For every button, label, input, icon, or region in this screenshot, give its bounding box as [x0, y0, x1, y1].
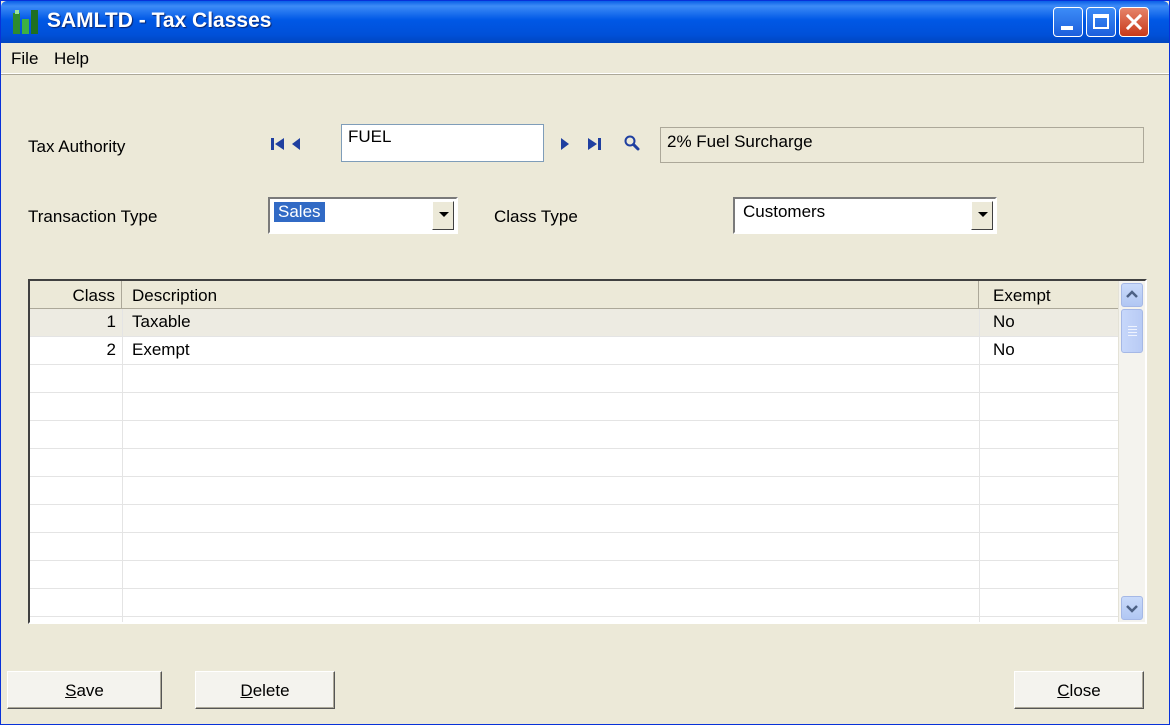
tax-authority-code-input[interactable]: FUEL [341, 124, 544, 162]
menu-file[interactable]: File [11, 49, 38, 69]
exempt-cell[interactable]: No [993, 312, 1015, 332]
grid-header: Class Description Exempt [30, 281, 1119, 309]
chevron-down-icon[interactable] [432, 201, 454, 230]
vertical-scrollbar[interactable] [1118, 281, 1145, 622]
table-row[interactable]: 2 Exempt No [30, 337, 1119, 365]
tax-classes-grid[interactable]: Class Description Exempt 1 Taxable No 2 … [28, 279, 1147, 624]
class-type-label: Class Type [494, 207, 578, 226]
transaction-type-value: Sales [273, 201, 326, 223]
save-button[interactable]: Save [7, 671, 162, 709]
tax-authority-code-value: FUEL [348, 127, 392, 146]
scroll-down-button[interactable] [1121, 596, 1143, 620]
minimize-button[interactable] [1053, 7, 1083, 37]
class-cell[interactable]: 1 [30, 312, 116, 332]
tax-authority-description: 2% Fuel Surcharge [660, 127, 1144, 163]
chevron-up-icon [1126, 290, 1138, 298]
scroll-up-button[interactable] [1121, 283, 1143, 307]
tax-authority-description-text: 2% Fuel Surcharge [667, 132, 813, 151]
description-cell[interactable]: Taxable [132, 312, 191, 332]
table-row[interactable] [30, 449, 1119, 477]
table-row[interactable] [30, 477, 1119, 505]
menu-bar: File Help [1, 43, 1169, 74]
chevron-down-icon[interactable] [971, 201, 993, 230]
last-record-icon[interactable] [587, 137, 601, 151]
tax-classes-window: SAMLTD - Tax Classes File Help Tax Autho… [0, 0, 1170, 725]
class-type-dropdown[interactable]: Customers [733, 197, 997, 234]
scrollbar-thumb[interactable] [1121, 309, 1143, 353]
close-label: lose [1069, 681, 1101, 700]
chevron-down-icon [1126, 605, 1138, 613]
table-row[interactable] [30, 533, 1119, 561]
transaction-type-dropdown[interactable]: Sales [268, 197, 458, 234]
table-row[interactable] [30, 365, 1119, 393]
delete-button[interactable]: Delete [195, 671, 335, 709]
magnifier-icon[interactable] [624, 135, 640, 151]
delete-label: elete [252, 681, 290, 700]
description-cell[interactable]: Exempt [132, 340, 190, 360]
grid-body: 1 Taxable No 2 Exempt No [30, 309, 1119, 622]
maximize-icon [1093, 14, 1109, 29]
transaction-type-label: Transaction Type [28, 207, 158, 226]
close-mnemonic: C [1057, 681, 1070, 700]
column-divider [122, 309, 123, 622]
column-header-description[interactable]: Description [122, 281, 979, 309]
column-header-class[interactable]: Class [30, 281, 122, 309]
exempt-cell[interactable]: No [993, 340, 1015, 360]
minimize-icon [1061, 26, 1073, 30]
delete-mnemonic: D [240, 681, 253, 700]
save-mnemonic: S [65, 681, 77, 700]
first-record-icon[interactable] [271, 137, 285, 151]
table-row[interactable] [30, 589, 1119, 617]
tax-authority-label: Tax Authority [28, 137, 126, 156]
previous-record-icon[interactable] [291, 137, 301, 151]
window-title: SAMLTD - Tax Classes [47, 9, 272, 32]
table-row[interactable] [30, 421, 1119, 449]
close-icon [1125, 13, 1143, 31]
column-header-exempt[interactable]: Exempt [979, 281, 1119, 309]
column-divider [979, 309, 980, 622]
save-label: ave [76, 681, 104, 700]
close-window-button[interactable] [1119, 7, 1149, 37]
menu-help[interactable]: Help [54, 49, 89, 69]
close-button[interactable]: Close [1014, 671, 1144, 709]
next-record-icon[interactable] [560, 137, 570, 151]
sage-app-icon [13, 10, 38, 34]
class-type-value: Customers [743, 202, 826, 221]
table-row[interactable] [30, 393, 1119, 421]
table-row[interactable] [30, 561, 1119, 589]
table-row[interactable]: 1 Taxable No [30, 309, 1119, 337]
maximize-button[interactable] [1086, 7, 1116, 37]
table-row[interactable] [30, 505, 1119, 533]
class-cell[interactable]: 2 [30, 340, 116, 360]
title-bar[interactable]: SAMLTD - Tax Classes [1, 1, 1169, 43]
